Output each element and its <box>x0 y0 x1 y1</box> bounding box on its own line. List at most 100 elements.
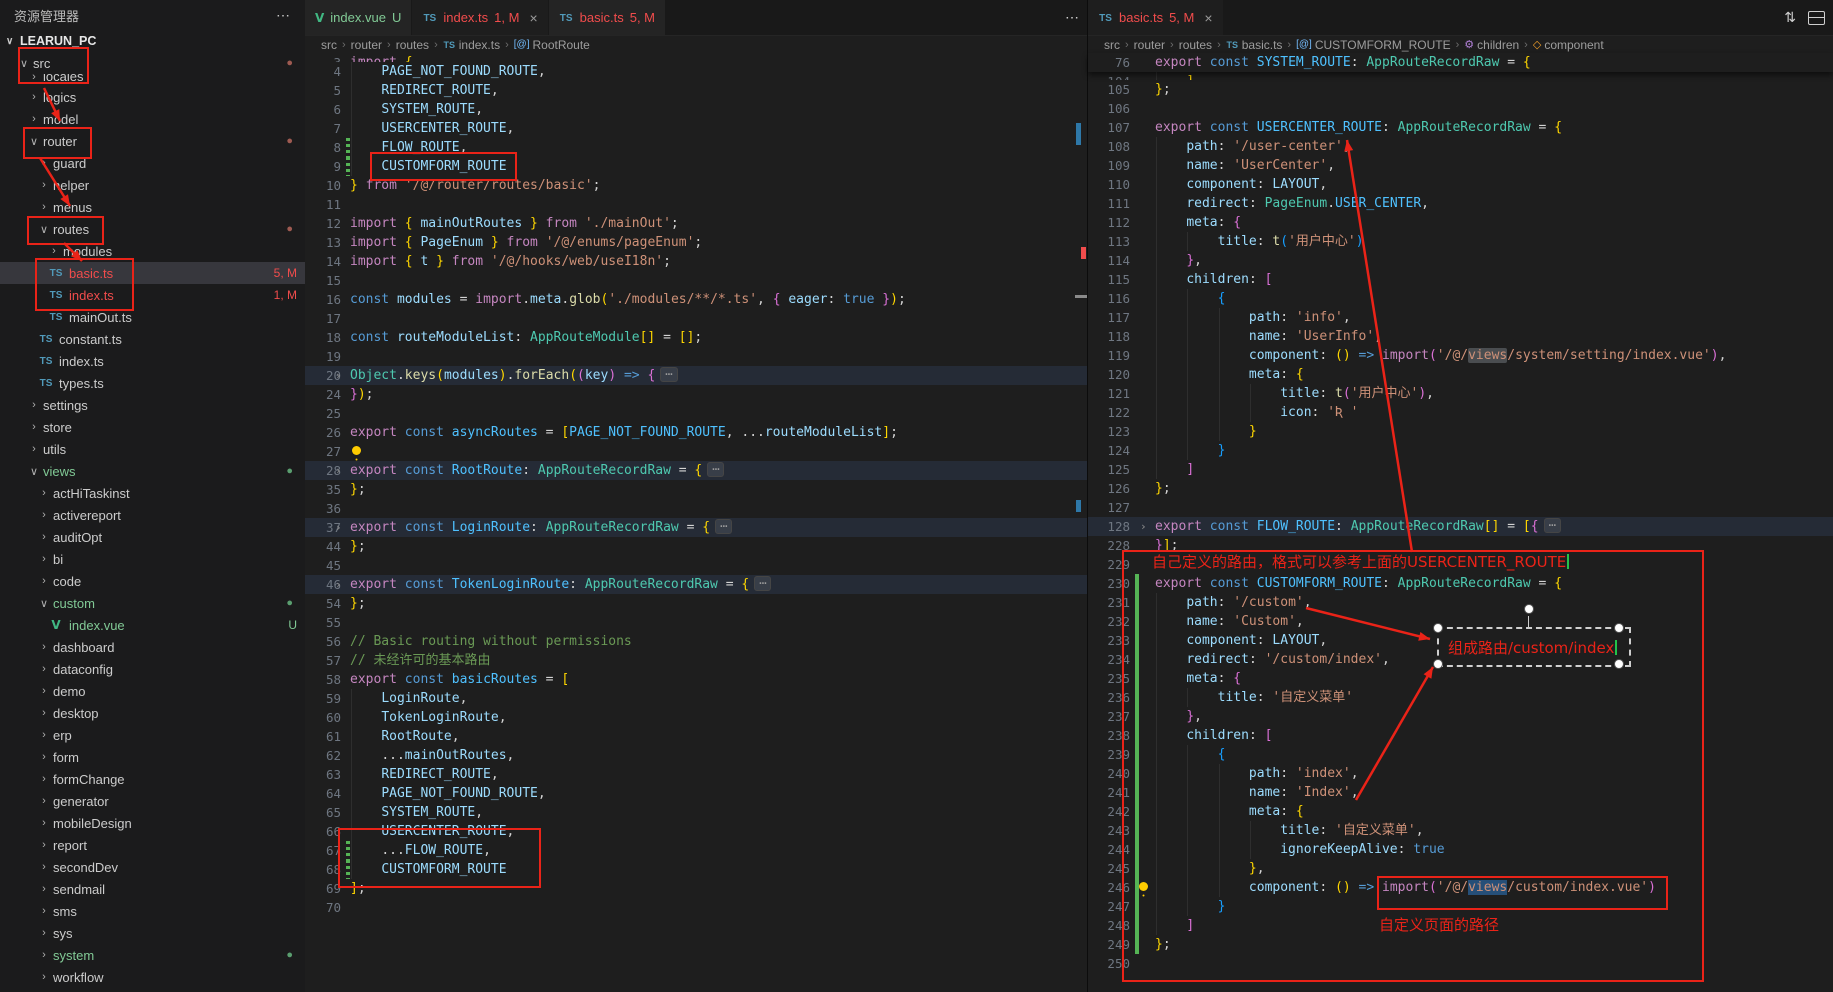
explorer-more-actions-icon[interactable]: ⋯ <box>276 7 291 24</box>
code-line-9[interactable]: 9 CUSTOMFORM_ROUTE <box>305 157 1088 176</box>
sidebar-item-dataconfig[interactable]: ›dataconfig <box>0 658 305 680</box>
compare-changes-icon[interactable]: ⇅ <box>1784 10 1796 26</box>
code-line-106[interactable]: 106 <box>1088 99 1833 118</box>
sidebar-item-guard[interactable]: ›guard <box>0 152 305 174</box>
sidebar-item-system[interactable]: ›system● <box>0 944 305 966</box>
sidebar-item-constant-ts[interactable]: TSconstant.ts <box>0 328 305 350</box>
sidebar-item-helper[interactable]: ›helper <box>0 174 305 196</box>
toggle-layout-icon[interactable] <box>1808 11 1825 25</box>
code-line-107[interactable]: 107export const USERCENTER_ROUTE: AppRou… <box>1088 118 1833 137</box>
code-line-56[interactable]: 56// Basic routing without permissions <box>305 632 1088 651</box>
code-line-4[interactable]: 4 PAGE_NOT_FOUND_ROUTE, <box>305 62 1088 81</box>
code-line-232[interactable]: 232 name: 'Custom', <box>1088 612 1833 631</box>
code-line-11[interactable]: 11 <box>305 195 1088 214</box>
sidebar-item-router[interactable]: ∨router● <box>0 130 305 152</box>
sidebar-item-basic-ts[interactable]: TSbasic.ts5, M <box>0 262 305 284</box>
code-line-231[interactable]: 231 path: '/custom', <box>1088 593 1833 612</box>
more-actions-icon[interactable]: ⋯ <box>1065 9 1080 26</box>
code-line-67[interactable]: 67 ...FLOW_ROUTE, <box>305 841 1088 860</box>
code-line-235[interactable]: 235 meta: { <box>1088 669 1833 688</box>
code-line-105[interactable]: 105}; <box>1088 80 1833 99</box>
code-line-24[interactable]: 24}); <box>305 385 1088 404</box>
sidebar-item-actHiTaskinst[interactable]: ›actHiTaskinst <box>0 482 305 504</box>
code-line-3[interactable]: 3import { <box>305 53 1088 62</box>
fold-chevron-icon[interactable]: › <box>335 518 342 537</box>
code-line-55[interactable]: 55 <box>305 613 1088 632</box>
code-line-121[interactable]: 121 title: t('用户中心'), <box>1088 384 1833 403</box>
fold-chevron-icon[interactable]: › <box>335 366 342 385</box>
code-line-17[interactable]: 17 <box>305 309 1088 328</box>
tab-index-vue[interactable]: Vindex.vue U <box>305 0 412 35</box>
sidebar-item-erp[interactable]: ›erp <box>0 724 305 746</box>
sidebar-item-mobileDesign[interactable]: ›mobileDesign <box>0 812 305 834</box>
sidebar-item-index-ts[interactable]: TSindex.ts1, M <box>0 284 305 306</box>
code-line-248[interactable]: 248 ] <box>1088 916 1833 935</box>
code-line-19[interactable]: 19 <box>305 347 1088 366</box>
sidebar-item-store[interactable]: ›store <box>0 416 305 438</box>
sidebar-item-locales[interactable]: ›locales <box>0 74 305 86</box>
sidebar-item-demo[interactable]: ›demo <box>0 680 305 702</box>
code-line-108[interactable]: 108 path: '/user-center', <box>1088 137 1833 156</box>
code-line-246[interactable]: 246 component: () => import('/@/views/cu… <box>1088 878 1833 897</box>
code-line-127[interactable]: 127 <box>1088 498 1833 517</box>
folded-code-ellipsis[interactable]: ⋯ <box>1544 518 1561 533</box>
code-line-18[interactable]: 18const routeModuleList: AppRouteModule[… <box>305 328 1088 347</box>
code-line-125[interactable]: 125 ] <box>1088 460 1833 479</box>
code-line-14[interactable]: 14import { t } from '/@/hooks/web/useI18… <box>305 252 1088 271</box>
code-line-123[interactable]: 123 } <box>1088 422 1833 441</box>
rotate-handle[interactable] <box>1524 604 1534 614</box>
code-line-76[interactable]: 76export const SYSTEM_ROUTE: AppRouteRec… <box>1088 53 1833 72</box>
breadcrumb-item[interactable]: routes <box>396 38 429 52</box>
code-line-5[interactable]: 5 REDIRECT_ROUTE, <box>305 81 1088 100</box>
sidebar-item-bi[interactable]: ›bi <box>0 548 305 570</box>
explorer-root-folder[interactable]: ∨ LEARUN_PC <box>0 30 305 52</box>
code-line-26[interactable]: 26export const asyncRoutes = [PAGE_NOT_F… <box>305 423 1088 442</box>
code-line-27[interactable]: 27 <box>305 442 1088 461</box>
code-line-20[interactable]: 20›Object.keys(modules).forEach((key) =>… <box>305 366 1088 385</box>
code-line-116[interactable]: 116 { <box>1088 289 1833 308</box>
code-line-35[interactable]: 35}; <box>305 480 1088 499</box>
breadcrumb-item[interactable]: src <box>1104 38 1120 52</box>
code-line-15[interactable]: 15 <box>305 271 1088 290</box>
code-line-111[interactable]: 111 redirect: PageEnum.USER_CENTER, <box>1088 194 1833 213</box>
lightbulb-icon[interactable] <box>352 446 361 455</box>
breadcrumb-item[interactable]: src <box>321 38 337 52</box>
code-line-64[interactable]: 64 PAGE_NOT_FOUND_ROUTE, <box>305 784 1088 803</box>
code-line-10[interactable]: 10} from '/@/router/routes/basic'; <box>305 176 1088 195</box>
resize-handle[interactable] <box>1614 623 1624 633</box>
code-line-241[interactable]: 241 name: 'Index', <box>1088 783 1833 802</box>
sidebar-item-index-ts[interactable]: TSindex.ts <box>0 350 305 372</box>
code-line-114[interactable]: 114 }, <box>1088 251 1833 270</box>
code-line-119[interactable]: 119 component: () => import('/@/views/sy… <box>1088 346 1833 365</box>
folded-code-ellipsis[interactable]: ⋯ <box>754 576 771 591</box>
sidebar-item-code[interactable]: ›code <box>0 570 305 592</box>
code-line-115[interactable]: 115 children: [ <box>1088 270 1833 289</box>
sidebar-item-formChange[interactable]: ›formChange <box>0 768 305 790</box>
breadcrumb-item[interactable]: component <box>1544 38 1603 52</box>
code-area[interactable]: 76export const SYSTEM_ROUTE: AppRouteRec… <box>1088 53 1833 973</box>
code-line-243[interactable]: 243 title: '自定义菜单', <box>1088 821 1833 840</box>
code-line-122[interactable]: 122 icon: 'Ʀ ' <box>1088 403 1833 422</box>
code-line-69[interactable]: 69]; <box>305 879 1088 898</box>
breadcrumb-item[interactable]: children <box>1477 38 1519 52</box>
code-line-28[interactable]: 28›export const RootRoute: AppRouteRecor… <box>305 461 1088 480</box>
breadcrumb-item[interactable]: CUSTOMFORM_ROUTE <box>1315 38 1451 52</box>
code-line-249[interactable]: 249}; <box>1088 935 1833 954</box>
editor-group-separator[interactable] <box>1087 0 1088 992</box>
code-line-7[interactable]: 7 USERCENTER_ROUTE, <box>305 119 1088 138</box>
sidebar-item-sys[interactable]: ›sys <box>0 922 305 944</box>
resize-handle[interactable] <box>1614 659 1624 669</box>
sidebar-item-report[interactable]: ›report <box>0 834 305 856</box>
sidebar-item-dashboard[interactable]: ›dashboard <box>0 636 305 658</box>
code-line-44[interactable]: 44}; <box>305 537 1088 556</box>
close-icon[interactable]: × <box>529 10 537 26</box>
sidebar-item-auditOpt[interactable]: ›auditOpt <box>0 526 305 548</box>
code-area[interactable]: 3import {4 PAGE_NOT_FOUND_ROUTE,5 REDIRE… <box>305 53 1088 917</box>
code-line-112[interactable]: 112 meta: { <box>1088 213 1833 232</box>
code-line-120[interactable]: 120 meta: { <box>1088 365 1833 384</box>
code-line-45[interactable]: 45 <box>305 556 1088 575</box>
code-line-126[interactable]: 126}; <box>1088 479 1833 498</box>
sidebar-item-views[interactable]: ∨views● <box>0 460 305 482</box>
code-line-60[interactable]: 60 TokenLoginRoute, <box>305 708 1088 727</box>
code-line-250[interactable]: 250 <box>1088 954 1833 973</box>
